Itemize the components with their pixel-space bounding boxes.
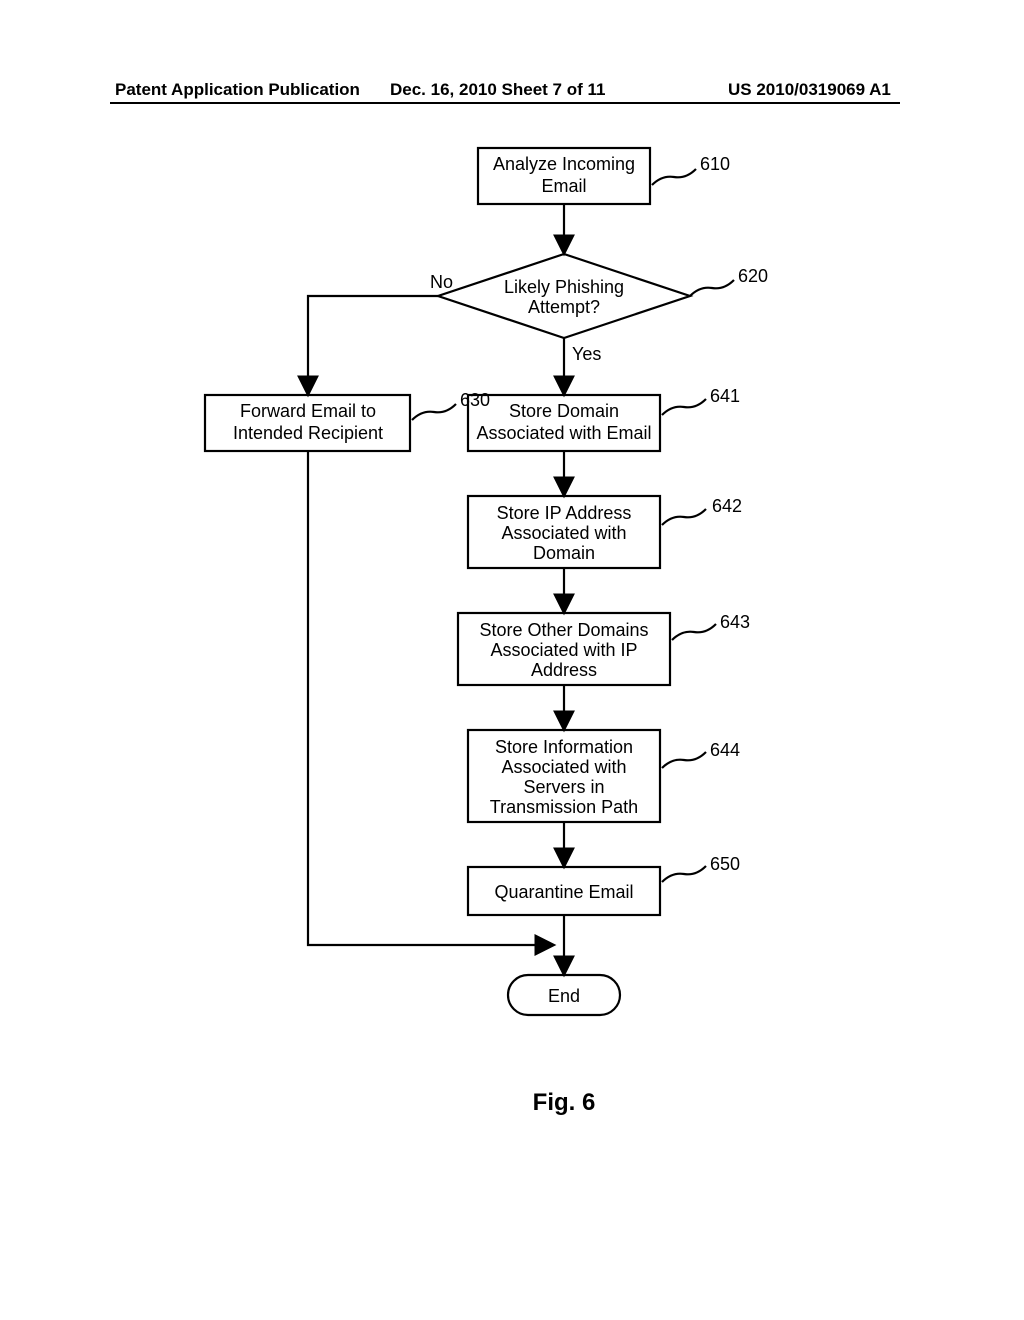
node-641-l1: Store Domain [509,401,619,421]
node-642-l2: Associated with [501,523,626,543]
node-642-l1: Store IP Address [497,503,632,523]
leader-643 [672,624,716,640]
leader-630 [412,404,456,420]
node-644-l1: Store Information [495,737,633,757]
edge-620-630 [308,296,438,393]
node-forward-l2: Intended Recipient [233,423,383,443]
ref-610: 610 [700,154,730,174]
node-analyze-l1: Analyze Incoming [493,154,635,174]
ref-643: 643 [720,612,750,632]
node-643-l3: Address [531,660,597,680]
node-644-l4: Transmission Path [490,797,638,817]
leader-641 [662,399,706,415]
ref-644: 644 [710,740,740,760]
node-analyze-l2: Email [541,176,586,196]
node-decision-l1: Likely Phishing [504,277,624,297]
node-643-l2: Associated with IP [490,640,637,660]
node-642-l3: Domain [533,543,595,563]
leader-644 [662,752,706,768]
edge-yes-label: Yes [572,344,601,364]
leader-642 [662,509,706,525]
ref-641: 641 [710,386,740,406]
node-644-l2: Associated with [501,757,626,777]
node-643-l1: Store Other Domains [479,620,648,640]
node-end-label: End [548,986,580,1006]
node-decision-l2: Attempt? [528,297,600,317]
ref-630: 630 [460,390,490,410]
node-644-l3: Servers in [523,777,604,797]
leader-620 [690,280,734,296]
figure-label: Fig. 6 [533,1089,596,1116]
node-forward-l1: Forward Email to [240,401,376,421]
node-641-l2: Associated with Email [476,423,651,443]
flowchart: Analyze Incoming Email 610 Likely Phishi… [0,0,1024,1320]
leader-610 [652,169,696,185]
ref-620: 620 [738,266,768,286]
node-650-l1: Quarantine Email [494,882,633,902]
ref-650: 650 [710,854,740,874]
leader-650 [662,866,706,882]
ref-642: 642 [712,496,742,516]
edge-no-label: No [430,272,453,292]
